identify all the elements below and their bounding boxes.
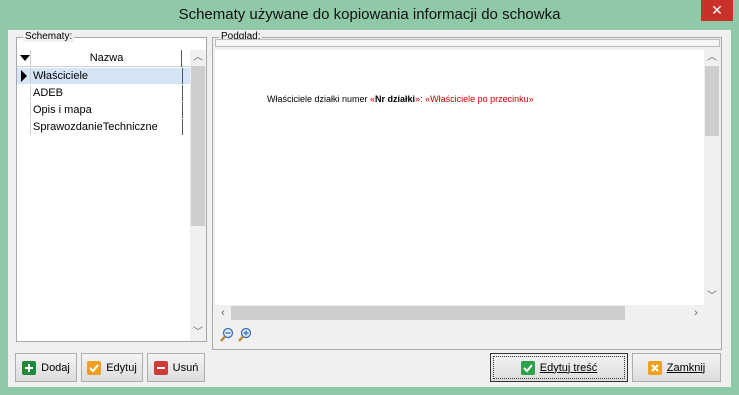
schema-row-label: ADEB [33,87,63,99]
schemas-column-header[interactable]: Nazwa [17,50,190,67]
preview-horizontal-scrollbar[interactable]: ‹ › [215,305,704,321]
scroll-right-icon[interactable]: › [688,305,704,321]
minus-icon [153,360,168,375]
title-bar[interactable]: Schematy używane do kopiowania informacj… [0,0,739,30]
schema-row-opis-i-mapa[interactable]: Opis i mapa [17,102,190,118]
scrollbar-thumb[interactable] [231,306,625,320]
x-icon [647,360,662,375]
schema-row-wlasciciele[interactable]: Właściciele [17,68,190,84]
dialog-window: Schematy używane do kopiowania informacj… [0,0,739,395]
preview-text: Właściciele działki numer «Nr działki»: … [267,94,534,104]
preview-vertical-scrollbar[interactable]: ︿ ﹀ [704,50,720,305]
scroll-left-icon[interactable]: ‹ [215,305,231,321]
row-indicator-header [18,50,31,67]
scroll-up-icon[interactable]: ︿ [704,50,720,66]
current-row-arrow-icon [21,70,27,82]
schema-row-label: Właściciele [33,70,89,82]
edit-button-label: Edytuj [106,361,137,374]
edit-content-button[interactable]: Edytuj treść [490,353,628,382]
window-title: Schematy używane do kopiowania informacj… [178,6,561,23]
add-button-label: Dodaj [41,361,70,374]
preview-area: Właściciele działki numer «Nr działki»: … [215,50,704,305]
close-window-button[interactable]: ✕ [701,0,733,21]
close-button-label: Zamknij [666,361,706,374]
sort-down-icon [20,55,30,61]
checkmark-icon [520,360,535,375]
delete-button[interactable]: Usuń [147,353,205,382]
pencil-check-icon [87,360,102,375]
edit-button[interactable]: Edytuj [81,353,143,382]
add-button[interactable]: Dodaj [15,353,77,382]
close-button[interactable]: Zamknij [632,353,721,382]
schema-row-label: Opis i mapa [33,104,92,116]
field-nr-dzialki: Nr działki [375,94,416,104]
scroll-down-icon[interactable]: ﹀ [190,325,206,341]
schemas-group-label: Schematy: [23,31,75,42]
schemas-group: Schematy: Nazwa Właściciele ADEB Opis i … [16,31,207,342]
schema-row-sprawozdanie[interactable]: SprawozdanieTechniczne [17,119,190,135]
schema-row-adeb[interactable]: ADEB [17,85,190,101]
dialog-body: Schematy: Nazwa Właściciele ADEB Opis i … [8,30,731,387]
zoom-in-icon[interactable] [237,327,253,343]
column-header-nazwa[interactable]: Nazwa [31,52,182,64]
scroll-up-icon[interactable]: ︿ [190,50,206,66]
scroll-down-icon[interactable]: ﹀ [704,289,720,305]
edit-content-button-label: Edytuj treść [539,361,598,374]
schema-row-label: SprawozdanieTechniczne [33,121,158,133]
scrollbar-thumb[interactable] [191,66,205,226]
delete-button-label: Usuń [172,361,199,374]
scrollbar-thumb[interactable] [705,66,719,136]
preview-ruler [215,39,720,47]
preview-group: Podgląd: Właściciele działki numer «Nr d… [212,31,722,350]
field-wlasciciele: «Właściciele po przecinku» [425,94,534,104]
plus-icon [22,360,37,375]
zoom-out-icon[interactable] [219,327,235,343]
schemas-vertical-scrollbar[interactable]: ︿ ﹀ [190,50,206,341]
